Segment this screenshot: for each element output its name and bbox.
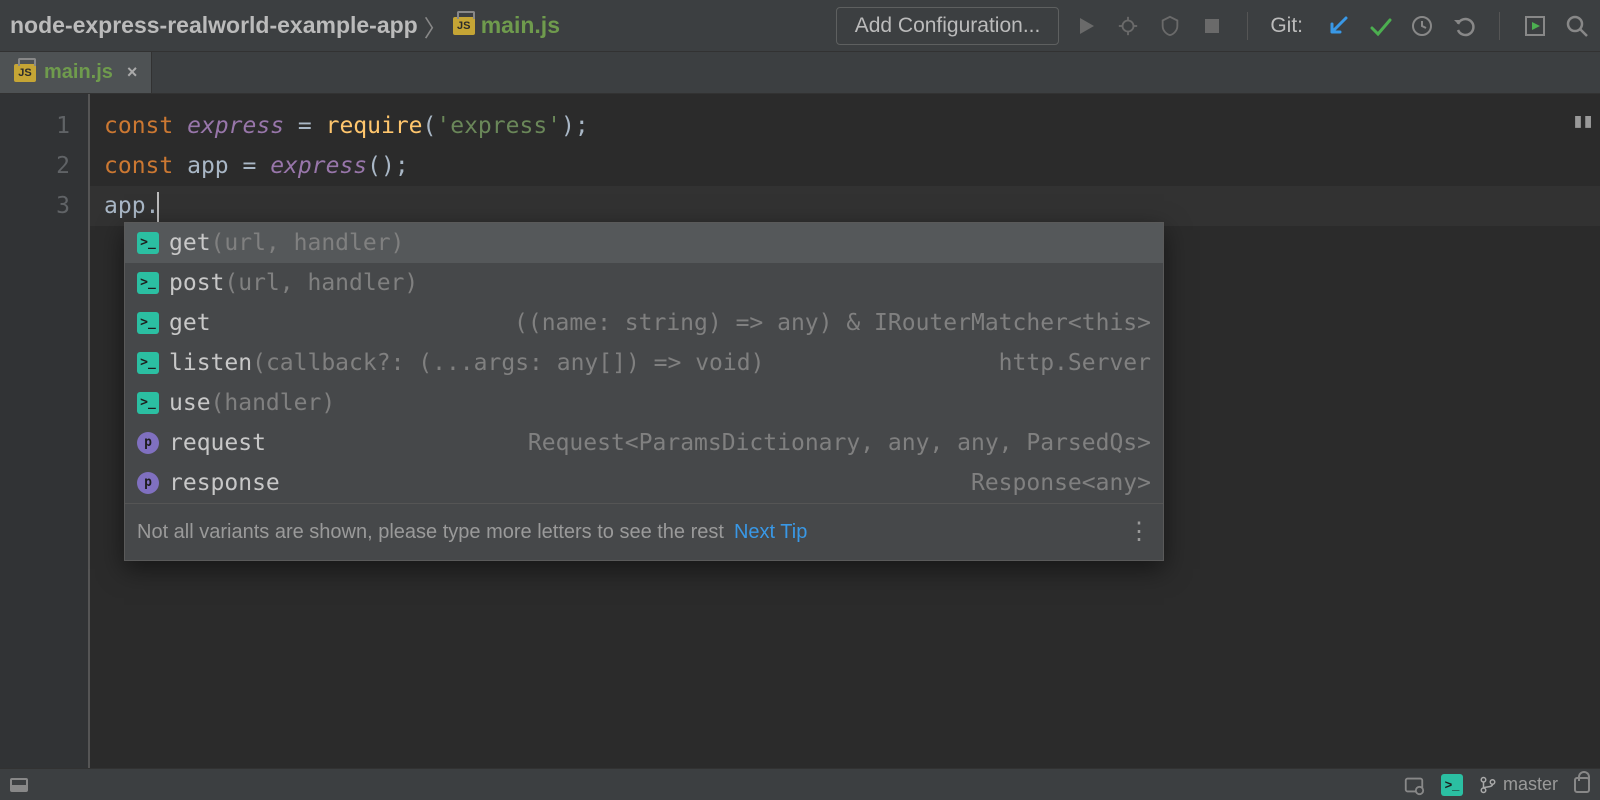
- navigation-bar: node-express-realworld-example-app 〉 JS …: [0, 0, 1600, 52]
- code-line-2[interactable]: const app = express();: [104, 146, 1600, 186]
- debug-icon[interactable]: [1115, 13, 1141, 39]
- completion-item[interactable]: >_ get(url, handler): [125, 223, 1163, 263]
- line-number-gutter: 1 2 3: [0, 94, 90, 768]
- code-area[interactable]: ▮▮ const express = require('express'); c…: [90, 94, 1600, 768]
- status-bar: >_ master: [0, 768, 1600, 800]
- js-file-icon: JS: [14, 64, 36, 82]
- git-history-icon[interactable]: [1409, 13, 1435, 39]
- breadcrumb-file-label: main.js: [481, 12, 560, 39]
- completion-item[interactable]: p response Response<any>: [125, 463, 1163, 503]
- breadcrumb-project[interactable]: node-express-realworld-example-app: [10, 12, 418, 39]
- method-icon: >_: [137, 392, 159, 414]
- code-completion-popup[interactable]: >_ get(url, handler) >_ post(url, handle…: [124, 222, 1164, 561]
- property-icon: p: [137, 432, 159, 454]
- line-number: 1: [0, 106, 70, 146]
- js-file-icon: JS: [453, 17, 475, 35]
- method-icon: >_: [137, 312, 159, 334]
- inspection-icon[interactable]: ▮▮: [1572, 100, 1592, 140]
- separator: [1499, 12, 1500, 40]
- tab-label: main.js: [44, 61, 113, 84]
- separator: [1247, 12, 1248, 40]
- run-config-icon[interactable]: [1522, 13, 1548, 39]
- completion-item[interactable]: p request Request<ParamsDictionary, any,…: [125, 423, 1163, 463]
- completion-footer-text: Not all variants are shown, please type …: [137, 512, 724, 552]
- method-icon: >_: [137, 272, 159, 294]
- chevron-right-icon: 〉: [424, 9, 447, 43]
- completion-item[interactable]: >_ post(url, handler): [125, 263, 1163, 303]
- editor[interactable]: 1 2 3 ▮▮ const express = require('expres…: [0, 94, 1600, 768]
- completion-item[interactable]: >_ listen(callback?: (...args: any[]) =>…: [125, 343, 1163, 383]
- git-branch-widget[interactable]: master: [1479, 774, 1558, 795]
- completion-footer: Not all variants are shown, please type …: [125, 503, 1163, 560]
- tab-main-js[interactable]: JS main.js ×: [0, 52, 152, 93]
- code-line-3[interactable]: app.: [104, 193, 159, 219]
- text-caret: [157, 192, 159, 222]
- branch-icon: [1479, 776, 1497, 794]
- search-icon[interactable]: [1564, 13, 1590, 39]
- line-number: 2: [0, 146, 70, 186]
- git-commit-icon[interactable]: [1367, 13, 1393, 39]
- breadcrumb[interactable]: node-express-realworld-example-app 〉 JS …: [10, 9, 560, 43]
- breadcrumb-file[interactable]: JS main.js: [453, 12, 560, 39]
- more-icon[interactable]: ⋮: [1127, 526, 1151, 538]
- add-configuration-button[interactable]: Add Configuration...: [836, 7, 1060, 45]
- completion-item[interactable]: >_ get ((name: string) => any) & IRouter…: [125, 303, 1163, 343]
- method-icon: >_: [137, 232, 159, 254]
- method-icon: >_: [137, 352, 159, 374]
- completion-item[interactable]: >_ use(handler): [125, 383, 1163, 423]
- code-line-1[interactable]: const express = require('express');: [104, 106, 1600, 146]
- git-label: Git:: [1270, 14, 1303, 38]
- run-icon[interactable]: [1073, 13, 1099, 39]
- toolbar: Git:: [1073, 12, 1590, 40]
- stop-icon[interactable]: [1199, 13, 1225, 39]
- event-log-icon[interactable]: [1403, 774, 1425, 796]
- coverage-icon[interactable]: [1157, 13, 1183, 39]
- lock-icon[interactable]: [1574, 777, 1590, 793]
- editor-tabs: JS main.js ×: [0, 52, 1600, 94]
- tool-window-icon[interactable]: [10, 778, 28, 792]
- git-revert-icon[interactable]: [1451, 13, 1477, 39]
- line-number: 3: [0, 186, 70, 226]
- git-update-icon[interactable]: [1325, 13, 1351, 39]
- next-tip-link[interactable]: Next Tip: [734, 512, 807, 552]
- branch-name: master: [1503, 774, 1558, 795]
- close-icon[interactable]: ×: [127, 62, 138, 83]
- terminal-icon[interactable]: >_: [1441, 774, 1463, 796]
- property-icon: p: [137, 472, 159, 494]
